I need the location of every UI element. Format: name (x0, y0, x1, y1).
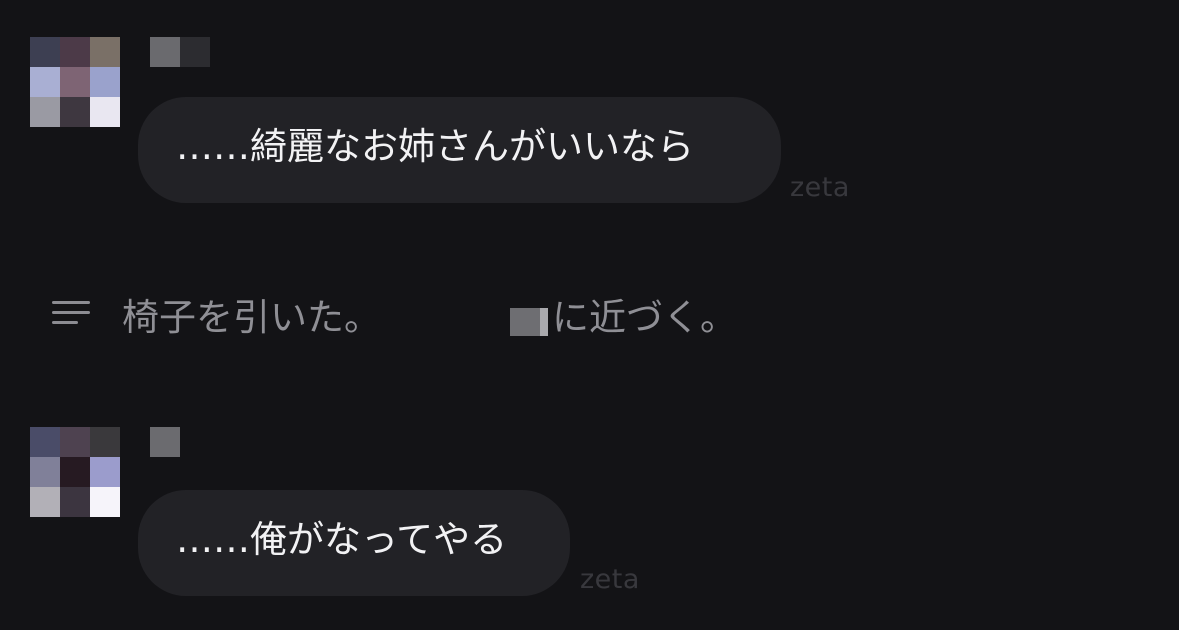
message-text: ……綺麗なお姉さんがいいなら (176, 125, 694, 168)
message-bubble: ……俺がなってやる (138, 490, 570, 596)
avatar-pixel (30, 67, 60, 97)
avatar-pixel (30, 457, 60, 487)
avatar-pixel (60, 487, 90, 517)
avatar-pixel (90, 427, 120, 457)
narration-text-after: に近づく。 (552, 296, 737, 339)
avatar-pixel (30, 427, 60, 457)
avatar-pixel (30, 97, 60, 127)
avatar[interactable] (30, 37, 120, 127)
menu-lines-icon (52, 297, 92, 329)
avatar-pixel (60, 67, 90, 97)
character-name-censored (150, 427, 180, 457)
narration-text-before: 椅子を引いた。 (122, 296, 381, 339)
character-name-censored (150, 37, 210, 67)
avatar-pixel (30, 487, 60, 517)
avatar-pixel (60, 37, 90, 67)
brand-watermark: zeta (580, 564, 640, 595)
avatar-pixel (90, 37, 120, 67)
avatar-pixel (90, 457, 120, 487)
brand-watermark: zeta (790, 172, 850, 203)
name-pixel (180, 37, 210, 67)
avatar[interactable] (30, 427, 120, 517)
narration-line: 椅子を引いた。 に近づく。 (52, 293, 812, 349)
name-pixel (150, 37, 180, 67)
censored-name-block (510, 308, 548, 336)
avatar-pixel (30, 37, 60, 67)
avatar-pixel (90, 67, 120, 97)
avatar-pixel (60, 427, 90, 457)
avatar-pixel (90, 487, 120, 517)
avatar-pixel (90, 97, 120, 127)
avatar-pixel (60, 457, 90, 487)
avatar-pixel (60, 97, 90, 127)
message-bubble: ……綺麗なお姉さんがいいなら (138, 97, 781, 203)
message-text: ……俺がなってやる (176, 518, 508, 561)
name-pixel (150, 427, 180, 457)
